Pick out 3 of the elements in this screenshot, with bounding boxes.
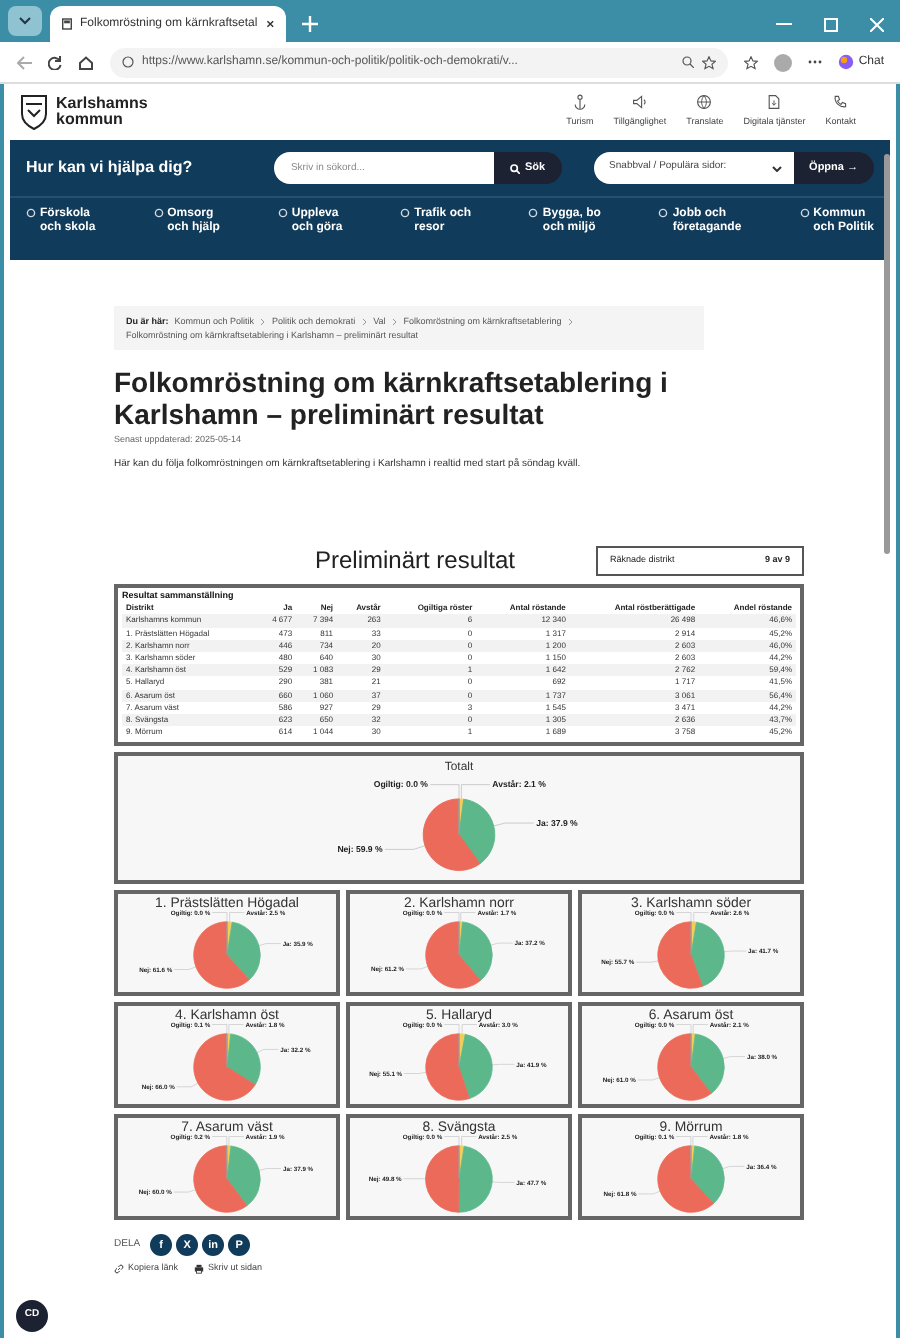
page-title: Folkomröstning om kärnkraftsetablering i Karlshamn – preliminärt resultat [114, 366, 670, 430]
search-heading: Hur kan vi hjälpa dig? [26, 156, 195, 180]
dashboard-title: Preliminärt resultat [312, 544, 518, 579]
